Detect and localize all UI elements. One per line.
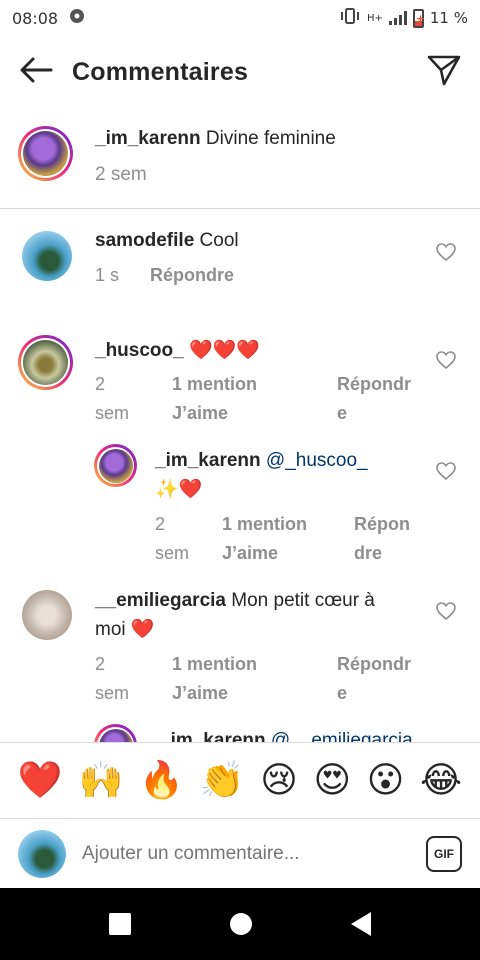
mention-link[interactable]: @__emiliegarcia bbox=[271, 730, 413, 742]
reaction-crying[interactable]: 😢 bbox=[260, 760, 298, 801]
heart-outline-icon bbox=[436, 350, 456, 374]
comment-timestamp: 1 s bbox=[95, 265, 120, 285]
reaction-heart[interactable]: ❤️ bbox=[18, 760, 63, 801]
paper-plane-icon bbox=[427, 54, 461, 91]
status-bar: 08:08 H+ + 11 % bbox=[0, 0, 480, 36]
page-title: Commentaires bbox=[72, 57, 249, 86]
comment-item: __emiliegarcia Mon petit cœur à moi ❤️ 2… bbox=[0, 584, 480, 724]
reaction-heart-eyes[interactable]: 😍 bbox=[313, 760, 351, 801]
comments-list[interactable]: samodefile Cool 1 s Répondre _huscoo_ ❤️… bbox=[0, 209, 480, 742]
avatar bbox=[23, 131, 68, 176]
reaction-laughing[interactable]: 😂 bbox=[420, 760, 462, 801]
comment-body: ✨❤️ bbox=[155, 479, 203, 500]
arrow-left-icon bbox=[19, 57, 53, 88]
comment-text: __emiliegarcia Mon petit cœur à moi ❤️ bbox=[95, 586, 415, 644]
reaction-raised-hands[interactable]: 🙌 bbox=[78, 760, 123, 801]
gif-button[interactable]: GIF bbox=[426, 835, 462, 872]
reaction-fire[interactable]: 🔥 bbox=[139, 760, 184, 801]
comment-username[interactable]: _im_karenn bbox=[155, 450, 261, 471]
caption-body: Divine feminine bbox=[205, 128, 336, 149]
system-nav-bar bbox=[0, 888, 480, 960]
story-ring[interactable] bbox=[94, 444, 137, 487]
comment-username[interactable]: __emiliegarcia bbox=[95, 590, 226, 611]
comment-body: ❤️❤️❤️ bbox=[188, 340, 260, 361]
caption-username[interactable]: _im_karenn bbox=[95, 128, 201, 149]
like-button[interactable] bbox=[434, 350, 458, 374]
comment-timestamp: 2 sem bbox=[95, 654, 130, 703]
comment-text: _im_karenn @_huscoo_ ✨❤️ bbox=[155, 446, 415, 504]
header: Commentaires bbox=[0, 42, 480, 102]
recents-button[interactable] bbox=[109, 913, 132, 935]
story-ring[interactable] bbox=[94, 724, 137, 742]
comment-body: Mon petit cœur à bbox=[231, 590, 375, 611]
story-ring[interactable] bbox=[18, 335, 73, 390]
signal-icon bbox=[388, 11, 407, 25]
heart-outline-icon bbox=[436, 461, 456, 485]
reply-item: _im_karenn @_huscoo_ ✨❤️ 2 sem 1 mention J… bbox=[0, 444, 480, 574]
heart-outline-icon bbox=[436, 242, 456, 266]
avatar bbox=[98, 728, 133, 742]
comment-username[interactable]: _huscoo_ bbox=[95, 340, 184, 361]
like-button[interactable] bbox=[434, 242, 458, 266]
back-button[interactable] bbox=[0, 42, 72, 102]
battery-icon: + bbox=[412, 8, 425, 28]
comment-body: moi ❤️ bbox=[95, 619, 155, 640]
media-notification-icon bbox=[68, 7, 86, 30]
comment-text: _im_karenn @__emiliegarcia bbox=[160, 726, 413, 742]
like-button[interactable] bbox=[434, 461, 458, 485]
network-type: H+ bbox=[366, 12, 383, 24]
reaction-clap[interactable]: 👏 bbox=[200, 760, 245, 801]
reply-button[interactable]: Répondre bbox=[337, 650, 411, 708]
reply-button[interactable]: Répondre bbox=[337, 370, 411, 428]
vibrate-icon bbox=[339, 7, 361, 29]
avatar bbox=[23, 340, 68, 385]
quick-reactions-bar: ❤️ 🙌 🔥 👏 😢 😍 😮 😂 bbox=[0, 742, 480, 818]
like-button[interactable] bbox=[434, 601, 458, 625]
home-button[interactable] bbox=[229, 913, 252, 935]
comment-timestamp: 2 sem bbox=[155, 514, 190, 563]
comment-item: _huscoo_ ❤️❤️❤️ 2 sem 1 mention J’aime Rép… bbox=[0, 329, 480, 449]
comment-composer: GIF bbox=[0, 818, 480, 888]
comment-text: samodefile Cool bbox=[95, 226, 239, 255]
heart-outline-icon bbox=[436, 601, 456, 625]
comment-input[interactable] bbox=[82, 842, 426, 865]
likes-count[interactable]: 1 mention J’aime bbox=[222, 510, 307, 568]
comment-username[interactable]: samodefile bbox=[95, 230, 194, 251]
battery-level: 11 % bbox=[429, 9, 468, 27]
caption-avatar-ring[interactable] bbox=[18, 126, 73, 181]
likes-count[interactable]: 1 mention J’aime bbox=[172, 650, 257, 708]
status-time: 08:08 bbox=[12, 8, 59, 28]
reply-item: _im_karenn @__emiliegarcia bbox=[0, 724, 480, 742]
comment-item: samodefile Cool 1 s Répondre bbox=[0, 209, 480, 309]
current-user-avatar bbox=[18, 829, 66, 878]
reply-button[interactable]: Répondre bbox=[354, 510, 410, 568]
post-caption: _im_karenn Divine feminine 2 sem bbox=[0, 122, 480, 208]
system-back-button[interactable] bbox=[350, 912, 371, 936]
caption-text: _im_karenn Divine feminine bbox=[95, 128, 336, 150]
comment-text: _huscoo_ ❤️❤️❤️ bbox=[95, 336, 260, 365]
avatar[interactable] bbox=[22, 590, 72, 640]
comment-body: Cool bbox=[199, 230, 239, 251]
share-button[interactable] bbox=[408, 42, 480, 102]
reply-button[interactable]: Répondre bbox=[150, 261, 234, 290]
comment-timestamp: 2 sem bbox=[95, 374, 130, 423]
caption-timestamp: 2 sem bbox=[95, 164, 147, 185]
comment-username[interactable]: _im_karenn bbox=[160, 730, 266, 742]
reaction-surprised[interactable]: 😮 bbox=[367, 760, 405, 801]
mention-link[interactable]: @_huscoo_ bbox=[266, 450, 368, 471]
likes-count[interactable]: 1 mention J’aime bbox=[172, 370, 257, 428]
avatar bbox=[98, 448, 133, 483]
avatar[interactable] bbox=[22, 231, 72, 281]
